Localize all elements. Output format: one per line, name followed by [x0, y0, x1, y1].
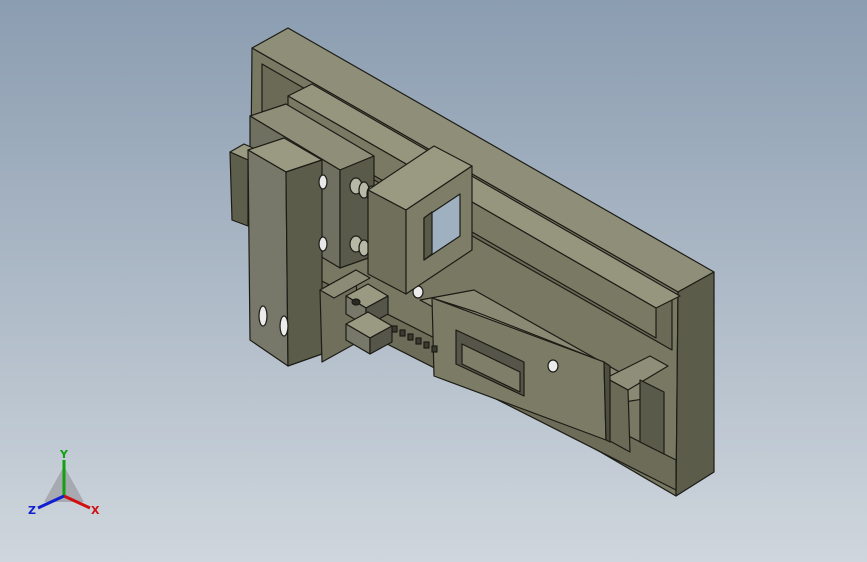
- clamp-slot-left: [258, 305, 268, 327]
- cad-model[interactable]: [0, 0, 867, 562]
- y-axis-label: Y: [59, 448, 69, 461]
- clamp-jaw-right: [285, 159, 323, 367]
- tab-upper-hole: [351, 298, 361, 306]
- clamp-notch-upper: [318, 174, 328, 190]
- coordinate-triad: Y X Z: [22, 448, 106, 526]
- frame-window-inner: [423, 211, 433, 261]
- graphics-viewport[interactable]: Y X Z: [0, 0, 867, 562]
- base-plate-right-face: [675, 271, 715, 497]
- x-axis-label: X: [91, 504, 100, 517]
- z-axis-label: Z: [28, 504, 36, 517]
- clamp-slot-right: [279, 315, 289, 337]
- carriage-hole: [547, 359, 559, 373]
- clamp-notch-lower: [318, 236, 328, 252]
- left-cap-front: [229, 151, 249, 227]
- end-stop-front: [639, 379, 665, 455]
